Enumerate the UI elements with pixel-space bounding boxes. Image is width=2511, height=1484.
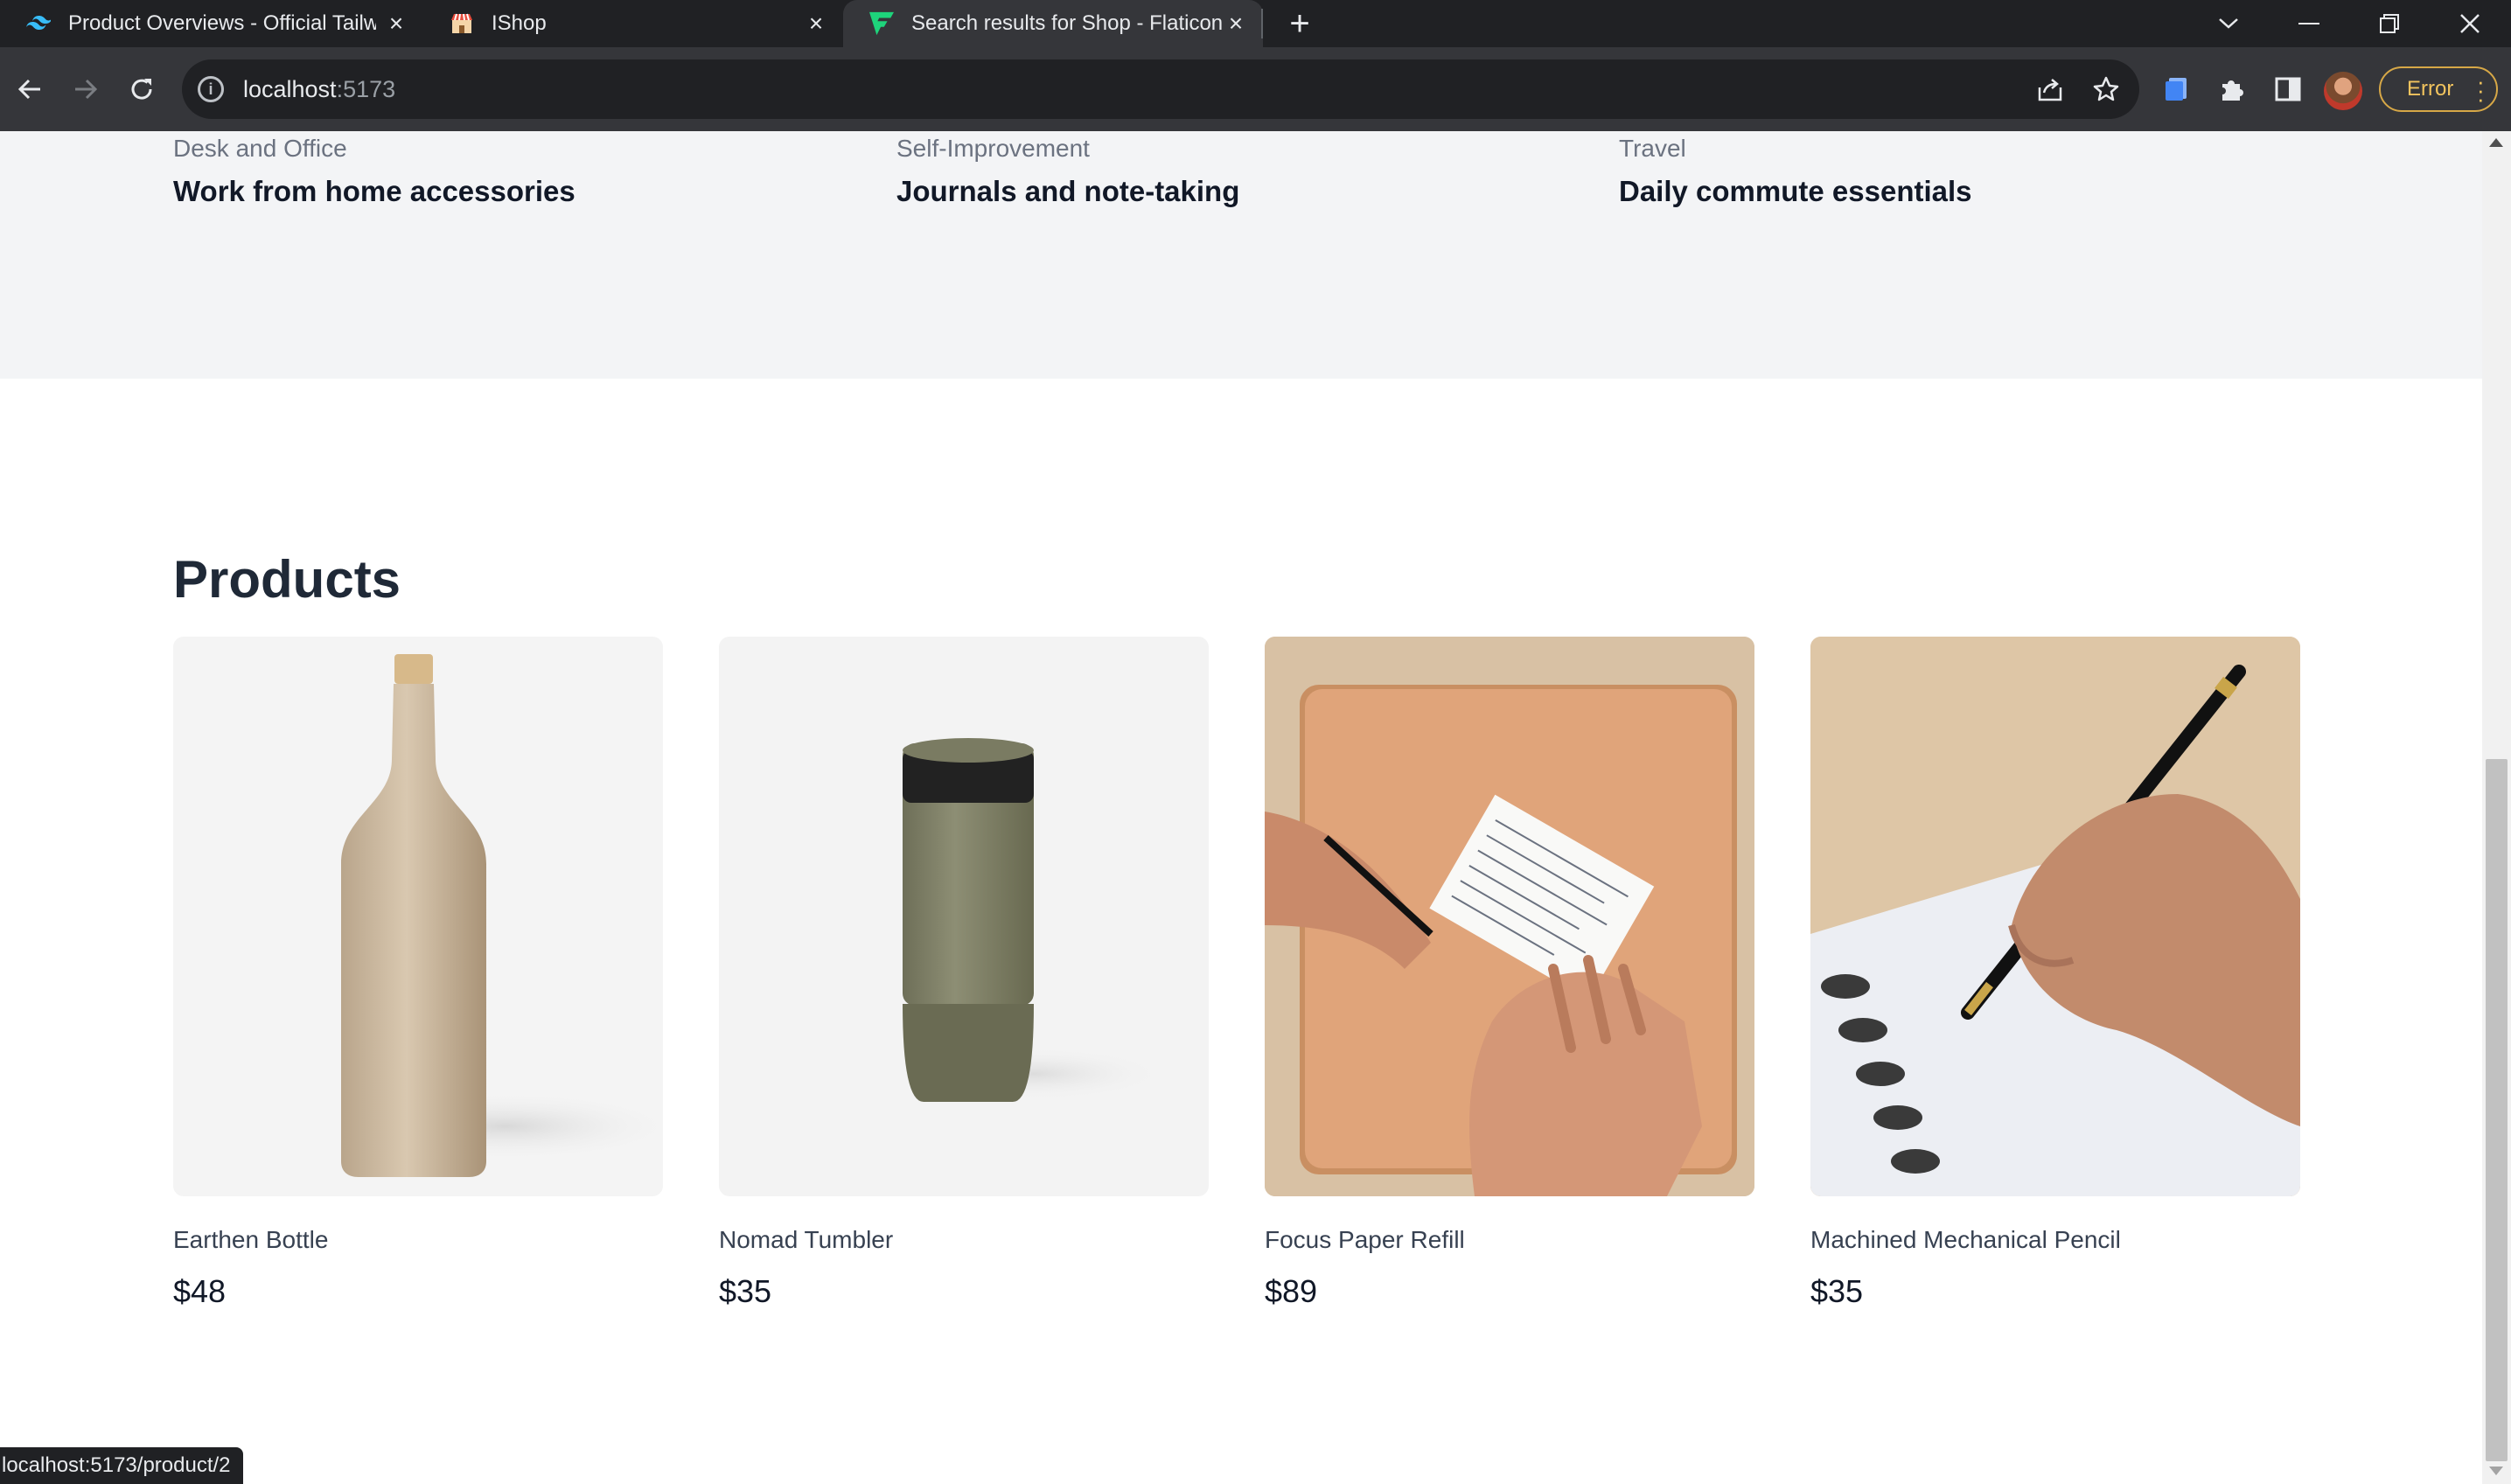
reload-icon xyxy=(131,79,152,100)
site-info-icon[interactable]: i xyxy=(198,76,224,102)
tab-strip: Product Overviews - Official Tailw × ISh… xyxy=(0,0,2511,47)
side-panel-icon[interactable] xyxy=(2269,70,2307,108)
profile-error-button[interactable]: Error · · · xyxy=(2379,66,2498,112)
shop-icon xyxy=(450,11,474,36)
tab-title: IShop xyxy=(492,11,547,35)
scroll-down-icon[interactable] xyxy=(2489,1467,2503,1475)
new-tab-button[interactable]: + xyxy=(1282,6,1317,42)
product-name[interactable]: Machined Mechanical Pencil xyxy=(1810,1226,2300,1254)
address-bar[interactable]: i localhost:5173 xyxy=(182,59,2139,119)
tab-ishop[interactable]: IShop × xyxy=(423,0,843,47)
category-subtitle: Self-Improvement xyxy=(896,135,1090,162)
close-icon xyxy=(2460,14,2480,33)
earthen-bottle-image[interactable] xyxy=(173,637,663,1196)
flaticon-icon xyxy=(869,11,894,36)
arrow-right-icon xyxy=(75,79,98,100)
url-host: localhost xyxy=(243,75,337,102)
scroll-up-icon[interactable] xyxy=(2489,138,2503,147)
chevron-down-icon xyxy=(2219,18,2238,29)
profile-avatar[interactable] xyxy=(2324,72,2362,110)
close-tab-icon[interactable]: × xyxy=(381,9,411,38)
tab-title: Search results for Shop - Flaticon xyxy=(911,11,1224,35)
restore-icon xyxy=(2380,14,2399,33)
category-title[interactable]: Journals and note-taking xyxy=(896,175,1239,208)
product-card[interactable]: Focus Paper Refill $89 xyxy=(1265,637,1754,1310)
category-subtitle: Travel xyxy=(1619,135,1686,162)
category-section: Desk and Office Work from home accessori… xyxy=(0,131,2482,379)
bookmark-star-icon[interactable] xyxy=(2087,70,2125,108)
tab-divider xyxy=(1261,9,1263,38)
scrollbar-thumb[interactable] xyxy=(2486,759,2508,1461)
category-card[interactable]: Self-Improvement Journals and note-takin… xyxy=(896,135,1239,208)
tailwind-icon xyxy=(26,11,51,36)
category-card[interactable]: Desk and Office Work from home accessori… xyxy=(173,135,575,208)
close-tab-icon[interactable]: × xyxy=(801,9,831,38)
category-title[interactable]: Daily commute essentials xyxy=(1619,175,1972,208)
product-card[interactable]: Machined Mechanical Pencil $35 xyxy=(1810,637,2300,1310)
extension-docs-icon[interactable] xyxy=(2157,70,2195,108)
minimize-button[interactable] xyxy=(2269,0,2349,47)
close-window-button[interactable] xyxy=(2430,0,2510,47)
product-card[interactable]: Earthen Bottle $48 xyxy=(173,637,663,1310)
products-heading: Products xyxy=(173,550,401,609)
page-viewport: Desk and Office Work from home accessori… xyxy=(0,131,2482,1484)
more-vert-icon[interactable]: · · · xyxy=(2477,70,2485,110)
nomad-tumbler-image[interactable] xyxy=(719,637,1209,1196)
page-scrollbar[interactable] xyxy=(2482,131,2511,1484)
category-title[interactable]: Work from home accessories xyxy=(173,175,575,208)
category-subtitle: Desk and Office xyxy=(173,135,347,162)
tab-search-button[interactable] xyxy=(2188,0,2269,47)
browser-toolbar: i localhost:5173 Error · · · xyxy=(0,47,2511,131)
tab-flaticon[interactable]: Search results for Shop - Flaticon × xyxy=(843,0,1263,47)
product-name[interactable]: Nomad Tumbler xyxy=(719,1226,1209,1254)
profile-status-label: Error xyxy=(2407,77,2454,101)
category-card[interactable]: Travel Daily commute essentials xyxy=(1619,135,1972,208)
product-card[interactable]: Nomad Tumbler $35 xyxy=(719,637,1209,1310)
reload-button[interactable] xyxy=(119,66,164,112)
product-price: $48 xyxy=(173,1273,227,1309)
product-name[interactable]: Focus Paper Refill xyxy=(1265,1226,1754,1254)
product-price: $35 xyxy=(719,1273,772,1309)
arrow-left-icon xyxy=(17,79,40,100)
extensions-puzzle-icon[interactable] xyxy=(2213,70,2251,108)
share-icon[interactable] xyxy=(2031,70,2069,108)
product-price: $35 xyxy=(1810,1273,1864,1309)
status-bubble: localhost:5173/product/2 xyxy=(0,1447,243,1484)
restore-button[interactable] xyxy=(2349,0,2430,47)
product-name[interactable]: Earthen Bottle xyxy=(173,1226,663,1254)
close-tab-icon[interactable]: × xyxy=(1221,9,1251,38)
url-port: :5173 xyxy=(336,75,396,102)
forward-button[interactable] xyxy=(63,66,108,112)
back-button[interactable] xyxy=(7,66,52,112)
product-price: $89 xyxy=(1265,1273,1318,1309)
mechanical-pencil-image[interactable] xyxy=(1810,637,2300,1196)
tab-title: Product Overviews - Official Tailw xyxy=(68,11,376,35)
tab-product-overviews[interactable]: Product Overviews - Official Tailw × xyxy=(0,0,423,47)
minimize-icon xyxy=(2298,23,2319,24)
focus-paper-refill-image[interactable] xyxy=(1265,637,1754,1196)
